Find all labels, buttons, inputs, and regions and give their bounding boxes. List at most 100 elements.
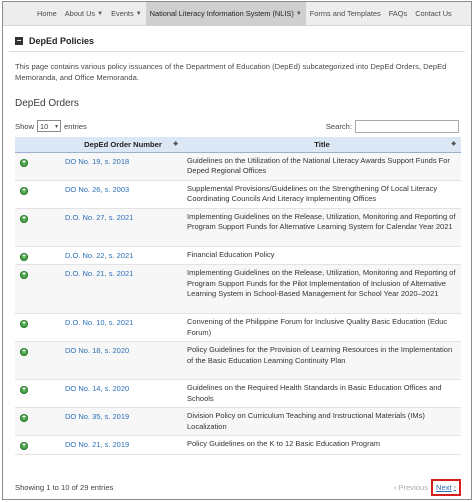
order-number-link[interactable]: DO No. 18, s. 2020 — [65, 346, 129, 355]
expand-row-icon[interactable]: + — [20, 186, 28, 195]
table-row: + DO No. 35, s. 2019 Division Policy on … — [15, 407, 461, 436]
expand-row-icon[interactable]: + — [20, 252, 28, 261]
page-title: DepEd Policies — [29, 35, 95, 46]
pagination: ‹ Previous Next › — [394, 478, 461, 496]
order-title: Supplemental Provisions/Guidelines on th… — [183, 180, 461, 209]
expand-row-icon[interactable]: + — [20, 271, 28, 279]
expand-row-icon[interactable]: + — [20, 214, 28, 223]
expand-cell: + — [15, 264, 63, 314]
nav-label: Home — [37, 9, 57, 18]
expand-row-icon[interactable]: + — [20, 158, 28, 167]
nav-home[interactable]: Home — [33, 2, 61, 26]
header-title[interactable]: Title ◆ — [183, 137, 461, 153]
browser-page: Home About Us ▼ Events ▼ National Literacy… — [2, 1, 472, 500]
caret-down-icon: ▼ — [135, 10, 142, 17]
nav-contact-us[interactable]: Contact Us — [411, 2, 456, 26]
expand-cell: + — [15, 341, 63, 380]
order-number-cell: D.O. No. 22, s. 2021 — [63, 246, 183, 265]
header-order-number[interactable]: DepEd Order Number ◆ — [63, 137, 183, 153]
order-number-cell: D.O. No. 10, s. 2021 — [63, 313, 183, 342]
order-title: Financial Education Policy — [183, 246, 461, 265]
order-title: Division Policy on Curriculum Teaching a… — [183, 407, 461, 436]
order-title: Implementing Guidelines on the Release, … — [183, 208, 461, 247]
nav-forms-templates[interactable]: Forms and Templates — [306, 2, 385, 26]
order-number-cell: D.O. No. 21, s. 2021 — [63, 264, 183, 314]
chevron-right-icon: › — [453, 483, 456, 491]
order-number-cell: DO No. 21, s. 2019 — [63, 435, 183, 455]
order-number-link[interactable]: DO No. 26, s. 2003 — [65, 185, 129, 194]
expand-row-icon[interactable]: + — [20, 442, 28, 450]
order-number-link[interactable]: D.O. No. 27, s. 2021 — [65, 213, 133, 222]
nav-label: National Literacy Information System (NL… — [149, 9, 294, 18]
header-label: Title — [314, 139, 330, 149]
table-footer: Showing 1 to 10 of 29 entries ‹ Previous… — [15, 478, 461, 496]
chevron-down-icon: ▾ — [54, 123, 58, 130]
order-number-link[interactable]: DO No. 35, s. 2019 — [65, 412, 129, 421]
table-row: + D.O. No. 22, s. 2021 Financial Educati… — [15, 246, 461, 265]
previous-page-button[interactable]: ‹ Previous — [394, 483, 428, 492]
order-number-link[interactable]: DO No. 14, s. 2020 — [65, 384, 129, 393]
expand-cell: + — [15, 435, 63, 455]
order-title: Guidelines on the Required Health Standa… — [183, 379, 461, 408]
expand-row-icon[interactable]: + — [20, 386, 28, 394]
top-navigation: Home About Us ▼ Events ▼ National Literacy… — [3, 2, 471, 26]
table-row: + DO No. 19, s. 2018 Guidelines on the U… — [15, 152, 461, 181]
sort-icon: ◆ — [451, 141, 456, 147]
show-label: Show — [15, 121, 34, 131]
order-title: Policy Guidelines for the Provision of L… — [183, 341, 461, 380]
nav-label: Events — [111, 9, 134, 18]
entries-label: entries — [64, 121, 87, 131]
expand-cell: + — [15, 313, 63, 342]
table-row: + DO No. 21, s. 2019 Policy Guidelines o… — [15, 435, 461, 455]
previous-label: Previous — [398, 482, 429, 492]
entries-select[interactable]: 10 ▾ — [37, 120, 61, 132]
nav-label: Forms and Templates — [309, 9, 381, 18]
next-page-button[interactable]: Next › — [431, 478, 461, 496]
order-number-link[interactable]: D.O. No. 22, s. 2021 — [65, 251, 133, 260]
nav-faqs[interactable]: FAQs — [385, 2, 411, 26]
order-title: Implementing Guidelines on the Release, … — [183, 264, 461, 314]
entries-info: Showing 1 to 10 of 29 entries — [15, 482, 114, 492]
order-number-cell: D.O. No. 27, s. 2021 — [63, 208, 183, 247]
order-number-cell: DO No. 18, s. 2020 — [63, 341, 183, 380]
order-number-link[interactable]: DO No. 21, s. 2019 — [65, 440, 129, 449]
expand-cell: + — [15, 246, 63, 265]
nav-label: About Us — [64, 9, 96, 18]
table-row: + D.O. No. 27, s. 2021 Implementing Guid… — [15, 208, 461, 247]
order-number-link[interactable]: D.O. No. 21, s. 2021 — [65, 269, 133, 278]
order-title: Convening of the Philippine Forum for In… — [183, 313, 461, 342]
nav-label: Contact Us — [415, 9, 452, 18]
order-number-link[interactable]: D.O. No. 10, s. 2021 — [65, 318, 133, 327]
order-title: Policy Guidelines on the K to 12 Basic E… — [183, 435, 461, 455]
nav-events[interactable]: Events ▼ — [107, 2, 146, 26]
order-number-cell: DO No. 26, s. 2003 — [63, 180, 183, 209]
page-description: This page contains various policy issuan… — [15, 62, 447, 82]
deped-orders-table: DepEd Order Number ◆ Title ◆ + DO No. 19, … — [15, 137, 461, 455]
expand-cell: + — [15, 180, 63, 209]
sort-icon: ◆ — [173, 141, 178, 147]
order-title: Guidelines on the Utilization of the Nat… — [183, 152, 461, 181]
order-number-cell: DO No. 14, s. 2020 — [63, 379, 183, 408]
expand-cell: + — [15, 208, 63, 247]
caret-down-icon: ▼ — [97, 10, 104, 17]
table-row: + D.O. No. 10, s. 2021 Convening of the … — [15, 313, 461, 342]
search-control: Search: — [326, 119, 459, 133]
expand-cell: + — [15, 407, 63, 436]
caret-down-icon: ▼ — [295, 10, 302, 17]
table-controls: Show 10 ▾ entries Search: — [15, 119, 459, 133]
entries-length-control: Show 10 ▾ entries — [15, 120, 87, 132]
search-input[interactable] — [355, 119, 459, 133]
header-label: DepEd Order Number — [84, 139, 162, 149]
nav-label: FAQs — [388, 9, 408, 18]
collapse-icon[interactable]: − — [15, 36, 23, 45]
expand-row-icon[interactable]: + — [20, 348, 28, 356]
expand-row-icon[interactable]: + — [20, 320, 28, 328]
header-expand — [15, 137, 63, 153]
expand-cell: + — [15, 379, 63, 408]
chevron-left-icon: ‹ — [394, 484, 397, 492]
order-number-link[interactable]: DO No. 19, s. 2018 — [65, 157, 129, 166]
expand-row-icon[interactable]: + — [20, 414, 28, 422]
next-label: Next — [436, 482, 452, 492]
nav-about-us[interactable]: About Us ▼ — [61, 2, 107, 26]
nav-nlis[interactable]: National Literacy Information System (NL… — [145, 2, 306, 26]
